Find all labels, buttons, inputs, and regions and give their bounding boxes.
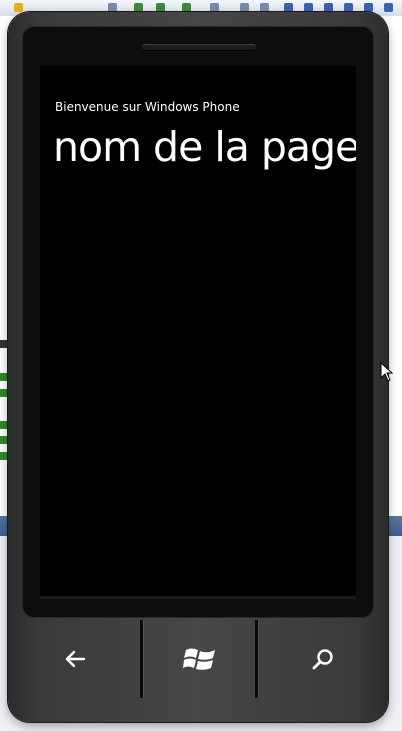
toolbar-icon[interactable] bbox=[182, 3, 191, 12]
start-button[interactable] bbox=[143, 620, 256, 702]
code-fragment bbox=[0, 421, 7, 429]
toolbar-icon[interactable] bbox=[156, 3, 165, 12]
toolbar-icon[interactable] bbox=[304, 3, 313, 12]
back-arrow-icon bbox=[64, 649, 86, 673]
hardware-button-bar bbox=[8, 618, 388, 722]
toolbar-icon[interactable] bbox=[284, 3, 293, 12]
speaker-grille bbox=[142, 44, 256, 51]
back-button[interactable] bbox=[8, 620, 141, 702]
phone-emulator: Bienvenue sur Windows Phone nom de la pa… bbox=[8, 12, 388, 722]
toolbar-icon[interactable] bbox=[108, 3, 117, 12]
phone-screen[interactable]: Bienvenue sur Windows Phone nom de la pa… bbox=[40, 66, 356, 599]
search-button[interactable] bbox=[258, 620, 388, 702]
windows-logo-icon bbox=[182, 644, 217, 678]
toolbar-icon[interactable] bbox=[240, 3, 249, 12]
toolbar-icon[interactable] bbox=[14, 3, 23, 12]
toolbar-icon[interactable] bbox=[210, 3, 219, 12]
code-fragment bbox=[0, 452, 7, 460]
toolbar-icon[interactable] bbox=[384, 3, 393, 12]
code-fragment bbox=[0, 373, 7, 381]
toolbar-icon[interactable] bbox=[344, 3, 353, 12]
toolbar-icon[interactable] bbox=[364, 3, 373, 12]
page-title: nom de la page bbox=[53, 123, 356, 171]
toolbar-icon[interactable] bbox=[134, 3, 143, 12]
phone-front-panel: Bienvenue sur Windows Phone nom de la pa… bbox=[22, 26, 374, 618]
toolbar-icon[interactable] bbox=[260, 3, 269, 12]
search-icon bbox=[311, 647, 335, 675]
toolbar-icon[interactable] bbox=[324, 3, 333, 12]
code-fragment bbox=[0, 389, 7, 397]
app-title: Bienvenue sur Windows Phone bbox=[55, 100, 240, 114]
code-fragment bbox=[0, 436, 7, 444]
mouse-cursor-icon bbox=[380, 361, 394, 386]
code-fragment bbox=[0, 340, 7, 348]
